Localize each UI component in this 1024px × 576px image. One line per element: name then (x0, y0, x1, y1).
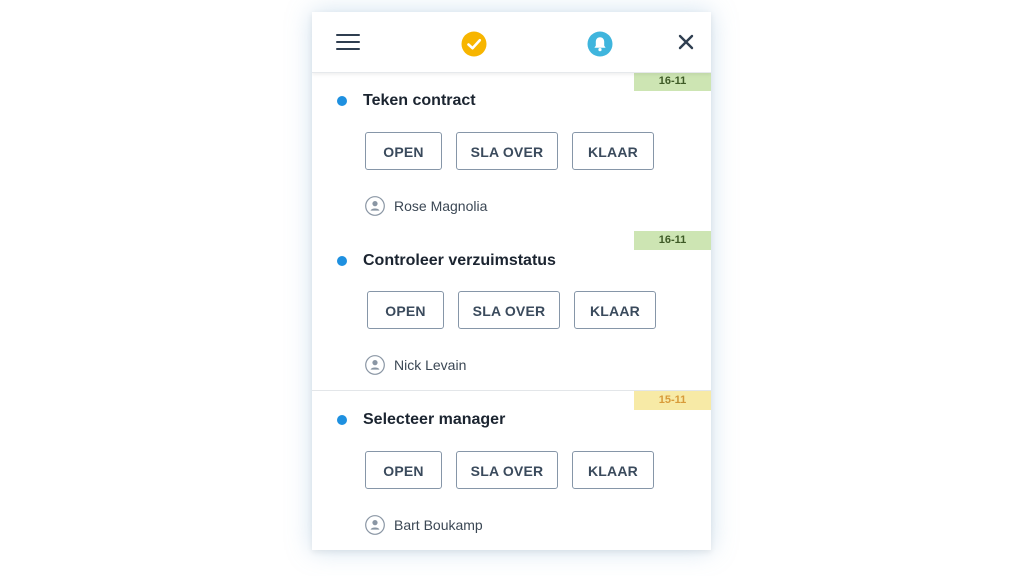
top-bar (312, 12, 711, 73)
done-button[interactable]: KLAAR (572, 132, 654, 170)
open-button[interactable]: OPEN (367, 291, 444, 329)
user-avatar-icon (365, 355, 385, 375)
skip-button[interactable]: SLA OVER (456, 451, 558, 489)
status-dot (337, 415, 347, 425)
due-date-badge: 15-11 (634, 391, 711, 410)
close-icon[interactable] (678, 34, 694, 50)
status-dot (337, 256, 347, 266)
task-title: Controleer verzuimstatus (363, 252, 556, 269)
due-date-badge: 16-11 (634, 72, 711, 91)
skip-button[interactable]: SLA OVER (456, 132, 558, 170)
due-date-badge: 16-11 (634, 231, 711, 250)
check-circle-icon[interactable] (461, 31, 487, 57)
user-avatar-icon (365, 196, 385, 216)
user-avatar-icon (365, 515, 385, 535)
status-dot (337, 96, 347, 106)
assignee-name: Rose Magnolia (394, 198, 488, 214)
done-button[interactable]: KLAAR (572, 451, 654, 489)
task-title: Teken contract (363, 92, 476, 109)
task-panel: 16-11 Teken contract OPEN SLA OVER KLAAR… (312, 12, 711, 550)
skip-button[interactable]: SLA OVER (458, 291, 560, 329)
bell-icon[interactable] (587, 31, 613, 57)
open-button[interactable]: OPEN (365, 132, 442, 170)
task-card: 16-11 Teken contract OPEN SLA OVER KLAAR… (312, 72, 711, 232)
assignee-name: Nick Levain (394, 357, 467, 373)
assignee-name: Bart Boukamp (394, 517, 483, 533)
task-card: 15-11 Selecteer manager OPEN SLA OVER KL… (312, 391, 711, 550)
task-title: Selecteer manager (363, 411, 506, 428)
hamburger-menu-icon[interactable] (336, 33, 360, 51)
done-button[interactable]: KLAAR (574, 291, 656, 329)
open-button[interactable]: OPEN (365, 451, 442, 489)
task-card: 16-11 Controleer verzuimstatus OPEN SLA … (312, 231, 711, 391)
